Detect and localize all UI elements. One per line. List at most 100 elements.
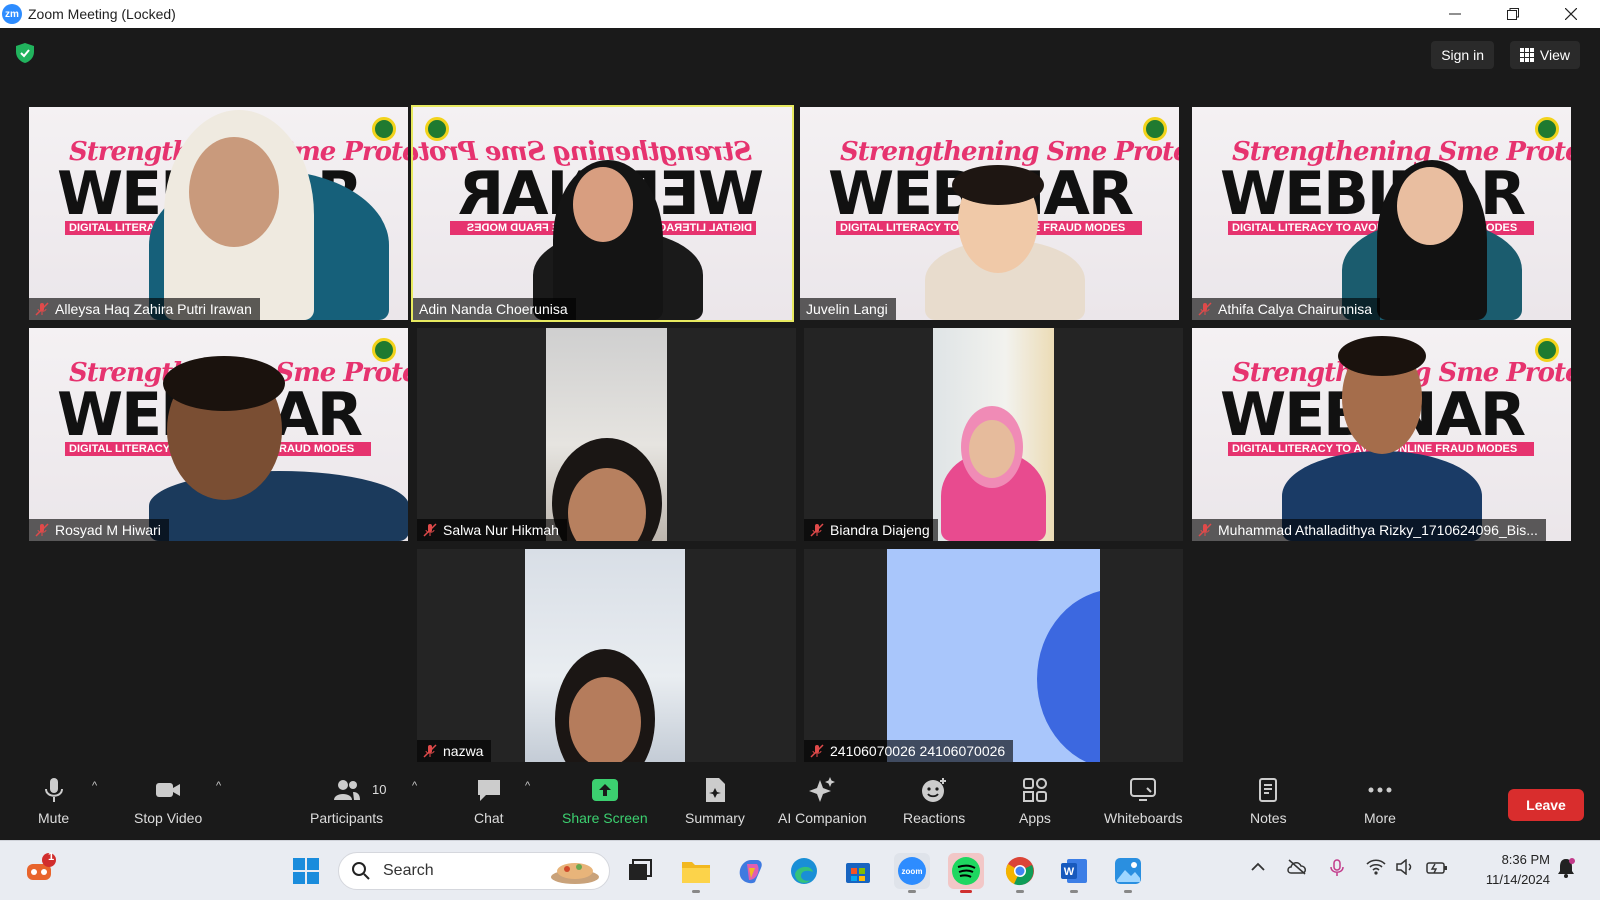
chat-button[interactable]: Chat xyxy=(474,776,504,826)
video-tile[interactable]: Salwa Nur Hikmah xyxy=(417,328,796,541)
mic-muted-icon xyxy=(423,523,437,537)
grid-view-icon xyxy=(1519,48,1534,62)
search-placeholder: Search xyxy=(383,862,434,879)
mute-options-chevron-icon[interactable]: ^ xyxy=(92,780,97,792)
mic-muted-icon xyxy=(35,302,49,316)
share-screen-button[interactable]: Share Screen xyxy=(562,776,648,826)
folder-icon xyxy=(682,862,710,883)
task-view-button[interactable] xyxy=(622,853,658,889)
task-view-icon xyxy=(629,859,652,880)
microsoft-store-button[interactable] xyxy=(840,853,876,889)
mic-muted-icon xyxy=(1198,302,1212,316)
spotify-taskbar-button[interactable] xyxy=(948,853,984,893)
participant-face xyxy=(969,420,1015,478)
more-button[interactable]: More xyxy=(1364,776,1396,826)
word-taskbar-button[interactable]: W xyxy=(1056,853,1092,893)
more-dots-icon xyxy=(1368,787,1392,793)
search-icon xyxy=(352,862,370,880)
taskbar-clock[interactable]: 8:36 PM 11/14/2024 xyxy=(1486,850,1550,890)
minimize-icon xyxy=(1449,13,1461,15)
sign-in-button[interactable]: Sign in xyxy=(1431,41,1494,69)
microphone-in-use-icon[interactable] xyxy=(1330,859,1344,880)
window-controls xyxy=(1426,0,1600,28)
sparkle-icon xyxy=(809,777,836,802)
wifi-icon[interactable] xyxy=(1366,859,1386,878)
copilot-button[interactable] xyxy=(732,853,768,889)
summary-document-icon xyxy=(705,778,725,802)
notification-badge: 1 xyxy=(47,851,55,863)
video-tile[interactable]: Strengthening Sme Protection WEBINAR DIG… xyxy=(1192,328,1571,541)
start-button[interactable] xyxy=(288,853,324,889)
meeting-top-bar: Sign in View xyxy=(0,28,1600,78)
participant-count: 10 xyxy=(372,782,387,797)
zoom-taskbar-button[interactable]: zoom xyxy=(894,853,930,893)
restore-button[interactable] xyxy=(1484,0,1542,28)
university-logo xyxy=(372,117,396,141)
minimize-button[interactable] xyxy=(1426,0,1484,28)
store-icon xyxy=(846,863,870,883)
mute-button[interactable]: Mute xyxy=(38,776,69,826)
participants-options-chevron-icon[interactable]: ^ xyxy=(412,780,417,792)
ai-companion-button[interactable]: AI Companion xyxy=(778,776,867,826)
zoom-app-icon: zm xyxy=(2,4,22,24)
search-highlight-food-icon xyxy=(551,863,599,884)
spotify-icon xyxy=(952,857,980,885)
taskbar-search-box[interactable]: Search xyxy=(338,852,610,890)
university-logo xyxy=(372,338,396,362)
participant-name-tag: Adin Nanda Choerunisa xyxy=(413,298,576,320)
emoji-reaction-icon xyxy=(922,778,947,802)
chrome-taskbar-button[interactable] xyxy=(1002,853,1038,893)
video-options-chevron-icon[interactable]: ^ xyxy=(216,780,221,792)
participant-hair xyxy=(1338,336,1426,376)
participant-face xyxy=(569,677,641,762)
video-tile[interactable]: Biandra Diajeng xyxy=(804,328,1183,541)
video-tile[interactable]: Strengthening Sme Protection WEBINAR DIG… xyxy=(1192,107,1571,320)
notification-bell-icon[interactable] xyxy=(1556,857,1576,882)
participant-face xyxy=(1397,167,1463,245)
participant-name-tag: Muhammad Athalladithya Rizky_1710624096_… xyxy=(1192,519,1546,541)
volume-icon[interactable] xyxy=(1396,858,1416,878)
summary-button[interactable]: Summary xyxy=(685,776,745,826)
video-tile[interactable]: Strengthening Sme Protection WEBINAR DIG… xyxy=(29,328,408,541)
notes-button[interactable]: Notes xyxy=(1250,776,1287,826)
participant-hair xyxy=(163,356,285,411)
apps-button[interactable]: Apps xyxy=(1019,776,1051,826)
file-explorer-button[interactable] xyxy=(678,853,714,893)
chrome-icon xyxy=(1005,857,1034,886)
participant-name-tag: 24106070026 24106070026 xyxy=(804,740,1014,762)
meeting-toolbar: Mute ^ Stop Video ^ Participants 10 ^ Ch… xyxy=(0,762,1600,840)
chat-options-chevron-icon[interactable]: ^ xyxy=(525,780,530,792)
video-tile[interactable]: 24106070026 24106070026 xyxy=(804,549,1183,762)
participant-camera xyxy=(933,328,1054,541)
battery-charging-icon[interactable] xyxy=(1426,859,1448,878)
university-logo xyxy=(1143,117,1167,141)
edge-browser-button[interactable] xyxy=(786,853,822,889)
blurred-shape xyxy=(1037,589,1100,762)
whiteboards-button[interactable]: Whiteboards xyxy=(1104,776,1183,826)
close-button[interactable] xyxy=(1542,0,1600,28)
edge-icon xyxy=(791,858,817,884)
encryption-shield-icon[interactable] xyxy=(14,42,36,64)
onedrive-cloud-icon[interactable] xyxy=(1286,859,1308,878)
stop-video-button[interactable]: Stop Video xyxy=(134,776,202,826)
show-hidden-icons-chevron-icon[interactable] xyxy=(1250,859,1266,878)
video-tile[interactable]: Strengthening Sme Protection WEBINAR DIG… xyxy=(29,107,408,320)
clock-date: 11/14/2024 xyxy=(1485,872,1550,887)
svg-text:zoom: zoom xyxy=(902,867,923,876)
participant-face xyxy=(573,167,633,242)
mic-muted-icon xyxy=(35,523,49,537)
video-tile[interactable]: Strengthening Sme Protection WEBINAR DIG… xyxy=(800,107,1179,320)
participant-name-tag: nazwa xyxy=(417,740,492,762)
view-button[interactable]: View xyxy=(1509,41,1580,69)
photos-taskbar-button[interactable] xyxy=(1110,853,1146,893)
reactions-button[interactable]: Reactions xyxy=(903,776,965,826)
leave-button[interactable]: Leave xyxy=(1508,789,1584,821)
mic-muted-icon xyxy=(1198,523,1212,537)
video-tile-active-speaker[interactable]: Strengthening Sme Protection WEBINAR DIG… xyxy=(411,105,794,322)
video-tile[interactable]: nazwa xyxy=(417,549,796,762)
notes-icon xyxy=(1259,778,1278,802)
widgets-button[interactable]: 1 xyxy=(22,851,58,887)
apps-icon xyxy=(1022,778,1047,802)
participants-icon xyxy=(333,780,360,800)
participant-name-tag: Rosyad M Hiwari xyxy=(29,519,169,541)
